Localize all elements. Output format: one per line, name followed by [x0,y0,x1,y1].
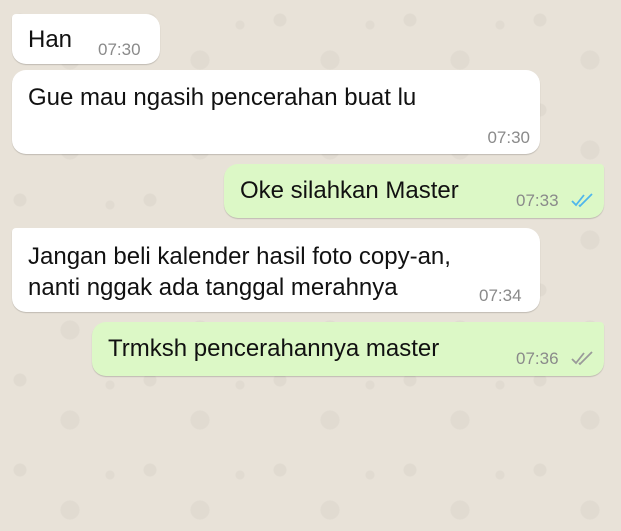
message-text: Trmksh pencerahannya master [108,335,440,362]
message-bubble-incoming[interactable]: Jangan beli kalender hasil foto copy-an,… [12,228,540,312]
double-check-read-icon [571,193,593,208]
message-text: Jangan beli kalender hasil foto copy-an,… [28,241,528,303]
message-time: 07:30 [98,40,141,59]
message-text: Gue mau ngasih pencerahan buat lu [28,84,417,111]
message-time: 07:30 [487,128,530,147]
message-time: 07:33 [516,191,559,210]
message-bubble-outgoing[interactable]: Trmksh pencerahannya master 07:36 [92,322,604,376]
message-text: Oke silahkan Master [240,177,459,204]
message-text: Han [28,26,73,53]
message-bubble-outgoing[interactable]: Oke silahkan Master 07:33 [224,164,604,218]
message-time: 07:34 [479,286,522,305]
message-bubble-incoming[interactable]: Gue mau ngasih pencerahan buat lu 07:30 [12,70,540,154]
message-bubble-incoming[interactable]: Han 07:30 [12,14,160,64]
message-time: 07:36 [516,349,559,368]
message-text-line: nanti nggak ada tanggal merahnya [28,274,398,301]
double-check-delivered-icon [571,351,593,366]
message-text-line: Jangan beli kalender hasil foto copy-an, [28,243,451,270]
